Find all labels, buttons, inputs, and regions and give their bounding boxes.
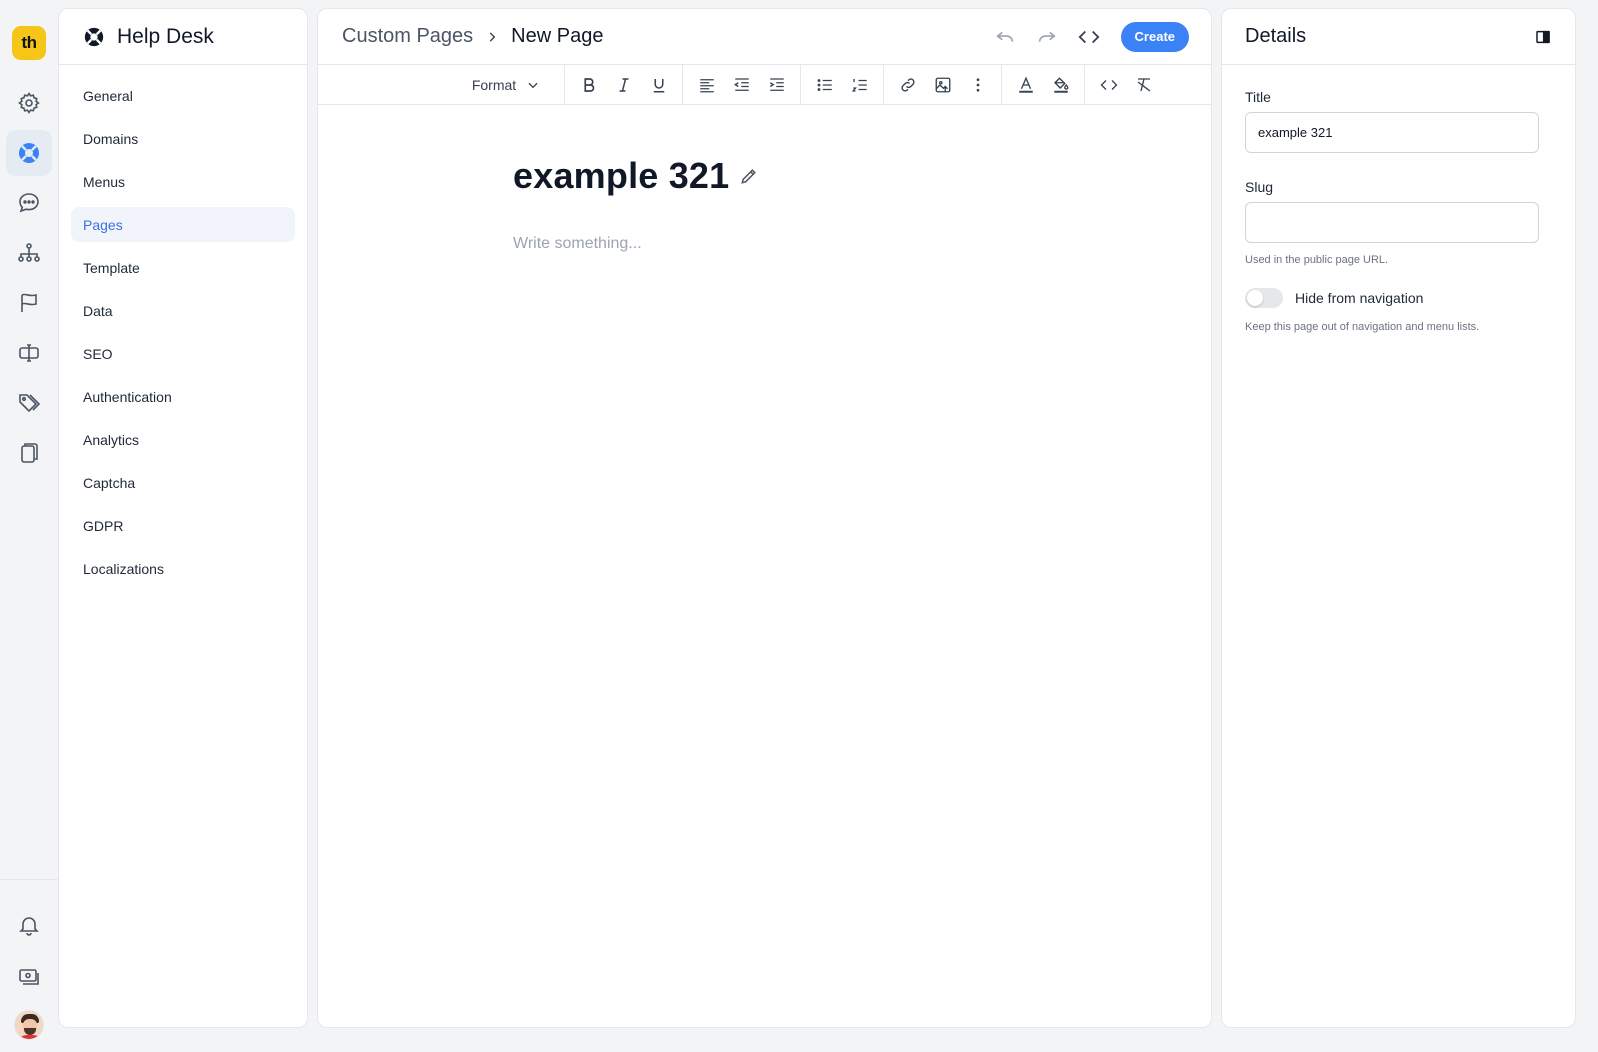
editor-document[interactable]: example 321 Write something... bbox=[318, 105, 1211, 253]
bold-icon[interactable] bbox=[571, 70, 606, 100]
format-label: Format bbox=[471, 76, 517, 93]
source-code-icon[interactable] bbox=[1071, 20, 1107, 54]
more-vertical-icon[interactable] bbox=[960, 70, 995, 100]
highlight-color-icon[interactable] bbox=[1043, 70, 1078, 100]
hide-from-navigation-hint: Keep this page out of navigation and men… bbox=[1245, 321, 1480, 333]
slug-field: Slug Used in the public page URL. bbox=[1245, 179, 1552, 266]
italic-icon[interactable] bbox=[606, 70, 641, 100]
clear-format-icon[interactable] bbox=[1126, 70, 1161, 100]
nav-header: Help Desk bbox=[59, 9, 307, 65]
nav-item-localizations[interactable]: Localizations bbox=[71, 551, 295, 586]
title-input[interactable]: example 321 bbox=[1245, 112, 1539, 153]
undo-icon[interactable] bbox=[987, 20, 1023, 54]
pencil-icon[interactable] bbox=[739, 166, 759, 186]
nav-item-seo[interactable]: SEO bbox=[71, 336, 295, 371]
nav-item-authentication[interactable]: Authentication bbox=[71, 379, 295, 414]
numbered-list-icon[interactable] bbox=[842, 70, 877, 100]
tags-icon[interactable] bbox=[6, 380, 52, 426]
chevron-down-icon bbox=[528, 82, 538, 88]
text-color-icon[interactable] bbox=[1008, 70, 1043, 100]
chat-icon[interactable] bbox=[6, 180, 52, 226]
editor-toolbar: Format bbox=[318, 64, 1211, 105]
redo-icon[interactable] bbox=[1029, 20, 1065, 54]
settings-nav-panel: Help Desk General Domains Menus Pages Te… bbox=[58, 8, 308, 1028]
title-label: Title bbox=[1245, 89, 1271, 105]
user-avatar[interactable] bbox=[14, 1010, 44, 1040]
page-title-row: example 321 bbox=[513, 155, 1211, 197]
hide-from-navigation-label[interactable]: Hide from navigation bbox=[1295, 290, 1423, 306]
help-desk-lifebuoy-icon[interactable] bbox=[6, 130, 52, 176]
slug-hint: Used in the public page URL. bbox=[1245, 254, 1389, 266]
slug-label: Slug bbox=[1245, 179, 1274, 195]
editor-header: Custom Pages New Page Create bbox=[318, 9, 1211, 65]
body-placeholder[interactable]: Write something... bbox=[513, 235, 1211, 253]
sitemap-icon[interactable] bbox=[6, 230, 52, 276]
bell-icon[interactable] bbox=[6, 902, 52, 948]
billing-icon[interactable] bbox=[6, 954, 52, 1000]
nav-title: Help Desk bbox=[117, 24, 214, 48]
indent-icon[interactable] bbox=[759, 70, 794, 100]
breadcrumb-parent[interactable]: Custom Pages bbox=[342, 25, 473, 48]
nav-item-template[interactable]: Template bbox=[71, 250, 295, 285]
text-cursor-icon[interactable] bbox=[6, 330, 52, 376]
align-left-icon[interactable] bbox=[689, 70, 724, 100]
icon-rail: th bbox=[0, 0, 58, 1052]
copy-pages-icon[interactable] bbox=[6, 430, 52, 476]
nav-list: General Domains Menus Pages Template Dat… bbox=[59, 65, 307, 607]
hide-from-navigation-row: Hide from navigation bbox=[1245, 288, 1552, 308]
image-upload-icon[interactable] bbox=[925, 70, 960, 100]
nav-item-data[interactable]: Data bbox=[71, 293, 295, 328]
editor-panel: Custom Pages New Page Create Format exam… bbox=[317, 8, 1212, 1028]
format-dropdown[interactable]: Format bbox=[368, 77, 558, 93]
nav-item-analytics[interactable]: Analytics bbox=[71, 422, 295, 457]
slug-input[interactable] bbox=[1245, 202, 1539, 243]
nav-item-captcha[interactable]: Captcha bbox=[71, 465, 295, 500]
bullet-list-icon[interactable] bbox=[807, 70, 842, 100]
breadcrumb-current: New Page bbox=[511, 25, 604, 47]
details-header: Details bbox=[1222, 9, 1575, 65]
nav-item-general[interactable]: General bbox=[71, 78, 295, 113]
panel-toggle-icon[interactable] bbox=[1535, 29, 1551, 45]
app-logo[interactable]: th bbox=[12, 26, 46, 60]
nav-item-menus[interactable]: Menus bbox=[71, 164, 295, 199]
chevron-right-icon bbox=[485, 30, 499, 44]
page-title[interactable]: example 321 bbox=[513, 155, 729, 197]
lifebuoy-icon bbox=[83, 26, 105, 48]
nav-item-domains[interactable]: Domains bbox=[71, 121, 295, 156]
link-icon[interactable] bbox=[890, 70, 925, 100]
details-title: Details bbox=[1245, 25, 1307, 47]
nav-item-gdpr[interactable]: GDPR bbox=[71, 508, 295, 543]
code-icon[interactable] bbox=[1091, 70, 1126, 100]
nav-item-pages[interactable]: Pages bbox=[71, 207, 295, 242]
flag-icon[interactable] bbox=[6, 280, 52, 326]
details-panel: Details Title example 321 Slug Used in t… bbox=[1221, 8, 1576, 1028]
hide-from-navigation-toggle[interactable] bbox=[1245, 288, 1283, 308]
settings-icon[interactable] bbox=[6, 80, 52, 126]
outdent-icon[interactable] bbox=[724, 70, 759, 100]
create-button[interactable]: Create bbox=[1120, 21, 1189, 52]
title-field: Title example 321 bbox=[1245, 89, 1552, 153]
underline-icon[interactable] bbox=[641, 70, 676, 100]
